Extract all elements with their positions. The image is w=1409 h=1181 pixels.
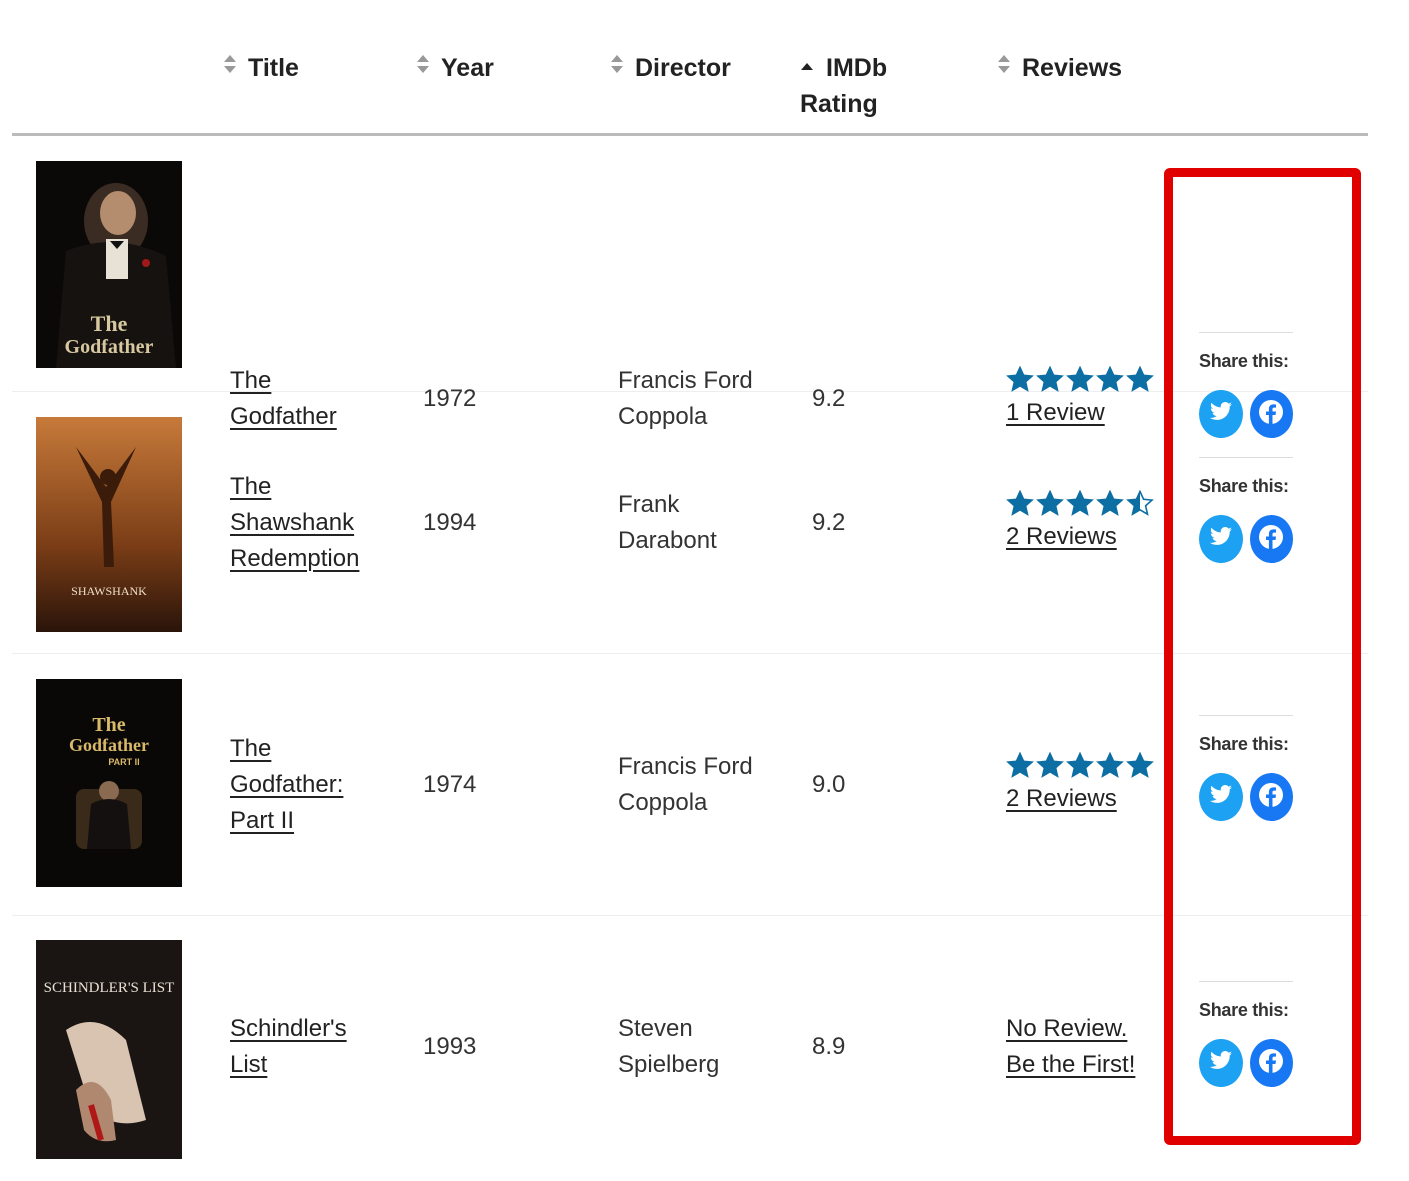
svg-text:SCHINDLER'S LIST: SCHINDLER'S LIST [44, 980, 175, 996]
movie-title-cell: The Godfather: Part II [230, 731, 343, 839]
imdb-rating-label: IMDb Rating [800, 54, 888, 118]
year-cell: 1993 [423, 1033, 477, 1060]
year-cell: 1994 [423, 509, 477, 536]
sort-icon [996, 54, 1014, 74]
reviews-cell: 2 Reviews [1006, 749, 1154, 817]
movie-title-cell: The Shawshank Redemption [230, 469, 359, 577]
sort-icon [415, 54, 433, 74]
sort-ascending-icon [800, 62, 820, 72]
star-rating [1006, 487, 1154, 519]
movie-poster[interactable]: The Godfather PART II [36, 679, 182, 887]
director-cell: Steven Spielberg [618, 1015, 720, 1078]
director-cell: Francis Ford Coppola [618, 753, 753, 816]
no-review-link[interactable]: No Review. Be the First! [1006, 1011, 1135, 1083]
movie-poster[interactable]: SHAWSHANK [36, 417, 182, 632]
imdb-rating-cell: 9.0 [812, 771, 846, 798]
column-header-imdb-rating[interactable]: IMDb Rating [800, 50, 887, 122]
star-full-icon [1096, 752, 1124, 778]
reviews-link[interactable]: 2 Reviews [1006, 519, 1154, 555]
director-cell: Frank Darabont [618, 491, 717, 554]
star-full-icon [1066, 366, 1094, 392]
star-full-icon [1126, 366, 1154, 392]
imdb-rating-cell: 9.2 [812, 509, 846, 536]
reviews-cell: 2 Reviews [1006, 487, 1154, 555]
column-header-year[interactable]: Year [415, 50, 494, 86]
svg-text:Godfather: Godfather [69, 735, 149, 755]
svg-text:PART II: PART II [108, 757, 139, 767]
year-cell: 1974 [423, 771, 477, 798]
star-rating [1006, 749, 1154, 781]
imdb-rating-cell: 8.9 [812, 1033, 846, 1060]
reviews-cell: No Review. Be the First! [1006, 1011, 1135, 1083]
svg-text:The: The [92, 714, 125, 736]
star-full-icon [1096, 366, 1124, 392]
star-full-icon [1036, 752, 1064, 778]
star-full-icon [1036, 366, 1064, 392]
column-header-director[interactable]: Director [609, 50, 731, 86]
column-header-reviews[interactable]: Reviews [996, 50, 1122, 86]
reviews-link[interactable]: 2 Reviews [1006, 781, 1154, 817]
star-full-icon [1066, 752, 1094, 778]
movie-title-link[interactable]: Schindler's List [230, 1015, 347, 1078]
table-header: Title Year Director IMDb Rating Reviews [12, 0, 1368, 136]
star-full-icon [1066, 490, 1094, 516]
movie-poster[interactable]: SCHINDLER'S LIST [36, 940, 182, 1159]
star-full-icon [1036, 490, 1064, 516]
movie-poster[interactable]: The Godfather [36, 161, 182, 368]
share-column-highlight [1164, 168, 1361, 1145]
movie-title-cell: Schindler's List [230, 1011, 347, 1083]
movie-title-link[interactable]: The Shawshank Redemption [230, 473, 359, 572]
sort-icon [609, 54, 627, 74]
star-half-icon [1126, 490, 1154, 516]
star-rating [1006, 363, 1154, 395]
star-full-icon [1126, 752, 1154, 778]
svg-text:The: The [91, 311, 128, 336]
column-header-title[interactable]: Title [222, 50, 299, 86]
star-full-icon [1096, 490, 1124, 516]
svg-text:Godfather: Godfather [65, 336, 154, 358]
svg-text:SHAWSHANK: SHAWSHANK [71, 584, 147, 598]
sort-icon [222, 54, 240, 74]
movie-title-link[interactable]: The Godfather: Part II [230, 735, 343, 834]
star-full-icon [1006, 366, 1034, 392]
star-full-icon [1006, 752, 1034, 778]
star-full-icon [1006, 490, 1034, 516]
